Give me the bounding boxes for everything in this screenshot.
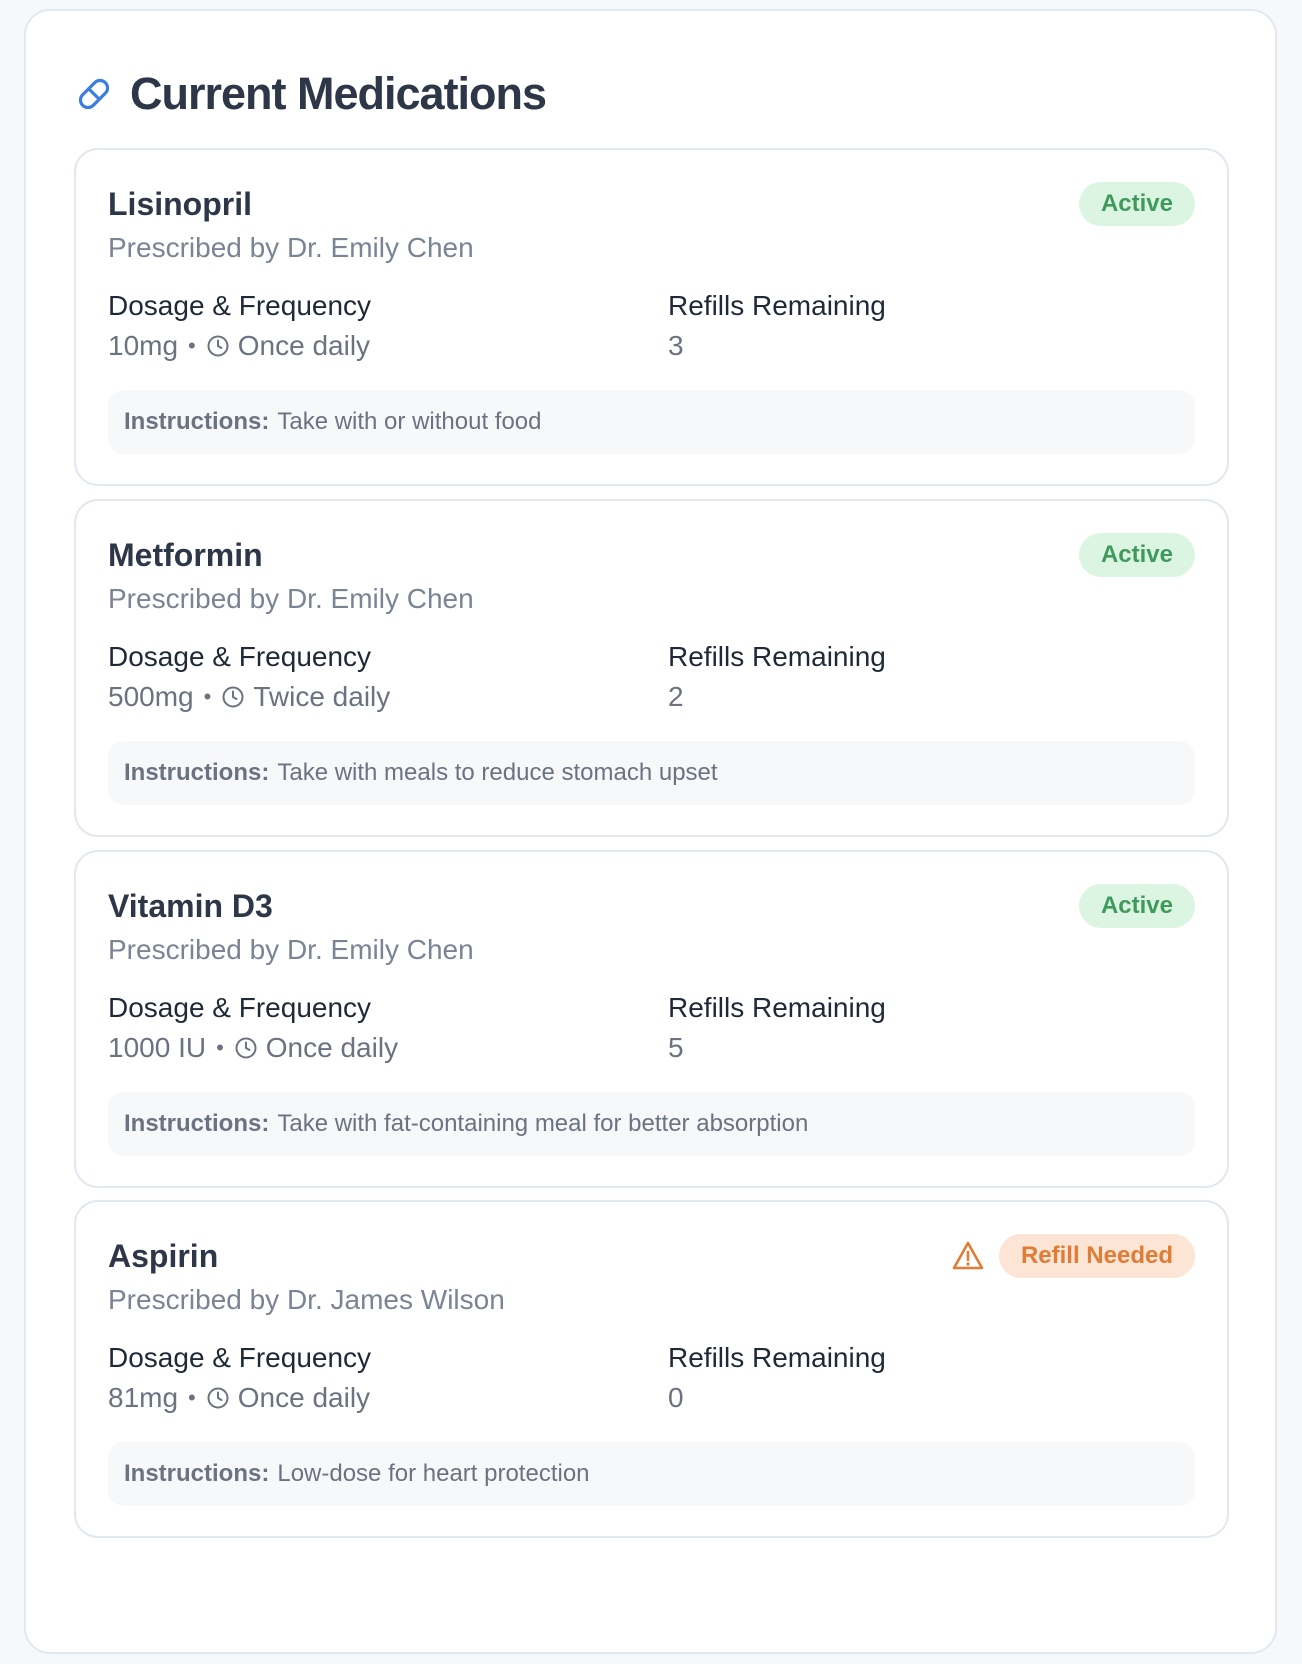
dosage-frequency-value: 81mg • Once daily xyxy=(108,1382,370,1414)
status-area: Active xyxy=(1078,884,1195,928)
clock-icon xyxy=(234,1036,258,1060)
instructions-box: Instructions: Take with fat-containing m… xyxy=(108,1092,1195,1156)
dosage-frequency-label: Dosage & Frequency xyxy=(108,992,372,1023)
instructions-label: Instructions: xyxy=(124,408,270,435)
instructions-text: Take with fat-containing meal for better… xyxy=(277,1110,809,1137)
instructions-text: Low-dose for heart protection xyxy=(277,1460,590,1487)
page-title: Current Medications xyxy=(130,68,547,119)
prescriber-text: Prescribed by Dr. Emily Chen xyxy=(108,232,474,263)
dosage-frequency-label: Dosage & Frequency xyxy=(108,290,372,321)
medication-card[interactable]: Aspirin Prescribed by Dr. James Wilson R… xyxy=(74,1200,1229,1538)
prescriber-text: Prescribed by Dr. James Wilson xyxy=(108,1284,505,1315)
separator: • xyxy=(203,684,212,709)
separator: • xyxy=(188,333,196,358)
instructions-box: Instructions: Take with or without food xyxy=(108,390,1195,454)
instructions-label: Instructions: xyxy=(124,1110,270,1137)
clock-icon xyxy=(221,685,245,709)
frequency-value: Once daily xyxy=(237,330,371,361)
status-badge: Active xyxy=(1078,182,1195,226)
prescriber-text: Prescribed by Dr. Emily Chen xyxy=(108,934,474,965)
separator: • xyxy=(188,1385,196,1410)
dosage-frequency-label: Dosage & Frequency xyxy=(108,1342,372,1373)
panel-header: Current Medications xyxy=(74,59,547,129)
clock-icon xyxy=(206,334,230,358)
frequency-value: Once daily xyxy=(265,1032,399,1063)
separator: • xyxy=(216,1035,224,1060)
medication-card[interactable]: Vitamin D3 Prescribed by Dr. Emily Chen … xyxy=(74,850,1229,1188)
dosage-value: 10mg xyxy=(108,330,179,361)
medication-card[interactable]: Metformin Prescribed by Dr. Emily Chen A… xyxy=(74,499,1229,837)
dosage-frequency-value: 1000 IU • Once daily xyxy=(108,1032,398,1064)
dosage-frequency-value: 10mg • Once daily xyxy=(108,330,370,362)
refills-value: 3 xyxy=(668,330,684,361)
clock-icon xyxy=(206,1386,230,1410)
refills-value: 0 xyxy=(668,1382,684,1413)
dosage-frequency-value: 500mg • Twice daily xyxy=(108,681,390,713)
frequency-value: Twice daily xyxy=(253,681,391,712)
refills-label: Refills Remaining xyxy=(668,992,886,1023)
instructions-text: Take with meals to reduce stomach upset xyxy=(277,759,718,786)
warning-icon xyxy=(951,1239,985,1273)
prescriber-text: Prescribed by Dr. Emily Chen xyxy=(108,583,474,614)
medication-name: Aspirin xyxy=(108,1238,219,1274)
status-badge: Active xyxy=(1078,884,1195,928)
dosage-value: 1000 IU xyxy=(108,1032,207,1063)
dosage-frequency-label: Dosage & Frequency xyxy=(108,641,372,672)
dosage-value: 500mg xyxy=(108,681,194,712)
refills-label: Refills Remaining xyxy=(668,641,886,672)
status-area: Refill Needed xyxy=(951,1234,1195,1278)
refills-label: Refills Remaining xyxy=(668,1342,886,1373)
medications-panel: Current Medications Lisinopril Prescribe… xyxy=(24,9,1277,1654)
instructions-box: Instructions: Take with meals to reduce … xyxy=(108,741,1195,805)
status-badge: Refill Needed xyxy=(998,1234,1195,1278)
pill-icon xyxy=(74,74,114,114)
dosage-value: 81mg xyxy=(108,1382,179,1413)
medication-name: Lisinopril xyxy=(108,186,252,222)
frequency-value: Once daily xyxy=(237,1382,371,1413)
status-area: Active xyxy=(1078,182,1195,226)
refills-value: 2 xyxy=(668,681,684,712)
status-badge: Active xyxy=(1078,533,1195,577)
instructions-text: Take with or without food xyxy=(277,408,542,435)
instructions-box: Instructions: Low-dose for heart protect… xyxy=(108,1442,1195,1506)
refills-label: Refills Remaining xyxy=(668,290,886,321)
medication-name: Metformin xyxy=(108,537,263,573)
instructions-label: Instructions: xyxy=(124,759,270,786)
medication-card[interactable]: Lisinopril Prescribed by Dr. Emily Chen … xyxy=(74,148,1229,486)
status-area: Active xyxy=(1078,533,1195,577)
medication-name: Vitamin D3 xyxy=(108,888,273,924)
instructions-label: Instructions: xyxy=(124,1460,270,1487)
refills-value: 5 xyxy=(668,1032,684,1063)
